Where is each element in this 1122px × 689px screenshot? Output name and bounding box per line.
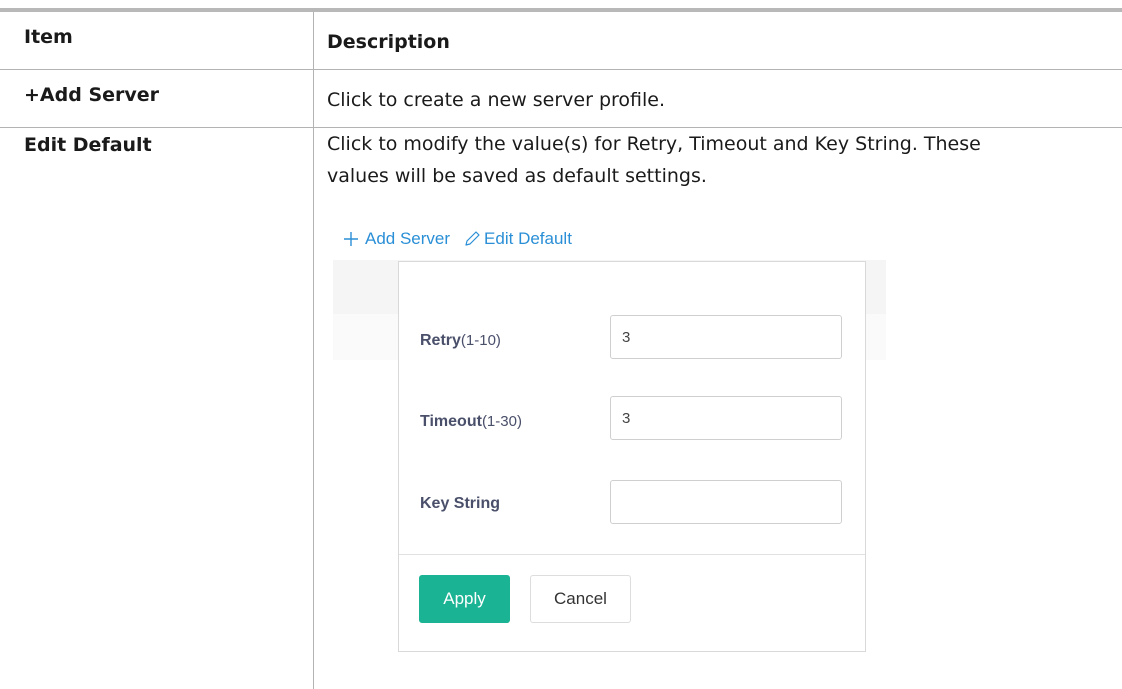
description-line-1: Click to modify the value(s) for Retry, … — [327, 133, 981, 155]
timeout-range: (1-30) — [481, 413, 522, 430]
retry-input[interactable] — [610, 315, 842, 359]
add-server-link[interactable]: Add Server — [342, 229, 450, 249]
row-item-add-server: +Add Server — [24, 84, 160, 106]
header-description: Description — [327, 31, 450, 53]
edit-default-link[interactable]: Edit Default — [463, 229, 572, 249]
timeout-label: Timeout(1-30) — [420, 413, 522, 431]
timeout-label-text: Timeout — [420, 413, 482, 430]
row-description-add-server: Click to create a new server profile. — [327, 89, 666, 111]
screenshot-toolbar: Add Server Edit Default — [342, 229, 572, 249]
row-item-edit-default: Edit Default — [24, 134, 152, 156]
plus-icon — [342, 230, 360, 248]
key-string-label-text: Key String — [420, 495, 501, 512]
table-header-row: Item Description — [0, 12, 1122, 70]
cancel-button[interactable]: Cancel — [530, 575, 631, 623]
timeout-input[interactable] — [610, 396, 842, 440]
retry-label-text: Retry — [420, 332, 461, 349]
pencil-icon — [463, 230, 481, 248]
header-item: Item — [24, 26, 73, 48]
description-line-2: values will be saved as default settings… — [327, 165, 707, 187]
row-description-edit-default: Click to modify the value(s) for Retry, … — [327, 128, 1097, 192]
dialog-divider — [399, 554, 865, 555]
edit-default-label: Edit Default — [484, 229, 572, 248]
edit-default-dialog: Retry(1-10) Timeout(1-30) Key String App… — [398, 261, 866, 652]
key-string-input[interactable] — [610, 480, 842, 524]
key-string-label: Key String — [420, 495, 500, 513]
apply-button[interactable]: Apply — [419, 575, 510, 623]
retry-label: Retry(1-10) — [420, 332, 501, 350]
table-row: +Add Server Click to create a new server… — [0, 70, 1122, 128]
add-server-label: Add Server — [365, 229, 451, 248]
retry-range: (1-10) — [460, 332, 501, 349]
